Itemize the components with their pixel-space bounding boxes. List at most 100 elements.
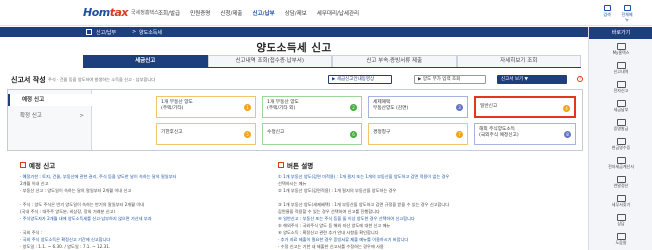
card-late-filing[interactable]: 기한후신고 5	[156, 123, 256, 145]
side-item-final[interactable]: 확정 신고 >	[8, 110, 92, 122]
quick-menu-item[interactable]: My홈택스	[589, 43, 652, 56]
quick-menu-item[interactable]: 전자신고	[589, 81, 652, 94]
breadcrumb-separator: >	[132, 29, 137, 35]
card-general-filing[interactable]: 일반신고 4	[474, 96, 576, 118]
menu-icon	[623, 5, 631, 11]
info-line	[20, 222, 245, 229]
page-title: 양도소득세 신고	[256, 42, 332, 54]
quick-menu-item[interactable]: 연말정산	[589, 176, 652, 189]
step-badge: 3	[456, 104, 463, 111]
info-line: ④ 일반신고 : 부동산 또는 주식 등을 둘 이상 양도한 경우 선택하여 신…	[278, 216, 415, 221]
info-line: · 수정 신고는 기한 내 제출한 신고서를 수정하는 경우에 사용	[278, 244, 384, 249]
global-nav: 조회/발급 민원증명 신청/제출 신고/납부 상담/제보 세무대리/납세관리	[153, 9, 364, 17]
search-button[interactable]: 검색	[600, 5, 614, 22]
card-label: 수정신고	[267, 130, 285, 135]
card-tax-benefit[interactable]: 세제혜택 부동산양도 (감면) 3	[368, 96, 468, 118]
quick-menu-item[interactable]: 현금영수증	[589, 138, 652, 151]
info-line: · 부동산 신고 : 양도일이 속하는 달의 말일부터 2개월 이내 신고	[20, 188, 132, 193]
info-line: · 예정기한 : 토지, 건물, 부동산에 관한 권리, 주식 등을 양도한 날…	[20, 174, 177, 179]
logo-main-text: Homtax	[83, 5, 129, 19]
info-line: 2개월 이내 신고	[20, 181, 49, 186]
nav-item-consult[interactable]: 상담/제보	[280, 9, 312, 17]
quick-menu-icon	[616, 119, 626, 126]
quick-menu-item[interactable]: 세금납부	[589, 100, 652, 113]
hometax-logo[interactable]: Homtax 국세청홈택스	[83, 5, 159, 19]
info-line: ⑤ 해외주식 : 국외주식 양도 등 해외 자산 양도에 대한 신고 메뉴	[278, 223, 391, 228]
report-type-panel: 예정 신고 확정 신고 > 1개 부동산 양도 (주택/기타) 1 1개 부동산 …	[7, 89, 583, 151]
nav-item-agent[interactable]: 세무대리/납세관리	[312, 9, 364, 17]
card-sublabel: 부동산양도 (감면)	[373, 106, 409, 111]
breadcrumb-item-transfer-tax[interactable]: 양도소득세	[139, 29, 162, 36]
info-line: ③ 1개 부동산 양도(세제혜택) : 1개 부동산을 양도하고 감면 규정을 …	[278, 202, 450, 207]
card-single-property-housing[interactable]: 1개 부동산 양도 (주택/기타) 1	[156, 96, 256, 118]
section-description: 주식 · 건물 등을 양도하여 발생하는 소득을 신고 · 납부합니다	[48, 76, 156, 82]
nav-item-inquiry[interactable]: 조회/발급	[153, 9, 185, 17]
tab-filing-history[interactable]: 신고내역 조회(접수증·납부서)	[207, 55, 332, 67]
info-line	[20, 194, 245, 201]
quick-menu-item[interactable]: 상담	[589, 214, 652, 227]
quick-menu-icon	[616, 62, 626, 69]
quick-menu-icon	[616, 81, 626, 88]
breadcrumb-item-filing[interactable]: 신고/납부	[96, 29, 116, 36]
info-line: · 양도일 : 1.1. ~ 6.30. / 양도일 : 7.1. ~ 12.3…	[20, 244, 111, 249]
info-line: ① 1개 부동산 양도(감면 미적용) : 1개 필지 또는 1개의 부동산을 …	[278, 174, 450, 179]
quick-menu-item[interactable]: 세무서찾기	[589, 195, 652, 208]
quick-menu-icon	[616, 100, 626, 107]
card-refund-claim[interactable]: 경정청구 7	[368, 123, 468, 145]
card-sublabel: (국외주식 예정신고)	[479, 133, 519, 138]
preliminary-filing-info: 예정 신고 · 예정기한 : 토지, 건물, 부동산에 관한 권리, 주식 등을…	[20, 160, 245, 250]
info-lines: · 예정기한 : 토지, 건물, 부동산에 관한 권리, 주식 등을 양도한 날…	[20, 173, 245, 250]
section-title: 신고서 작성	[11, 76, 46, 84]
info-line: ⑥ 양도소득 : 확정신고 관련 추가 안내 사항을 확인합니다	[278, 230, 379, 235]
card-amended-filing[interactable]: 수정신고 6	[262, 123, 362, 145]
step-badge: 2	[350, 104, 357, 111]
info-line: · 국외 주식 :	[20, 230, 43, 235]
quick-menu-icon	[616, 214, 626, 221]
tab-bar: 세금신고 신고내역 조회(접수증·납부서) 신고 부속·증빙서류 제출 자세히보…	[83, 55, 581, 68]
step-badge: 4	[563, 105, 570, 112]
top-navigation-bar: Homtax 국세청홈택스 조회/발급 민원증명 신청/제출 신고/납부 상담/…	[0, 0, 652, 26]
help-icon[interactable]: ?	[577, 76, 583, 82]
info-line: (국내 주식 : 대주주 양도분, 비상장, 장외 거래분 신고)	[20, 209, 116, 214]
guide-video-button[interactable]: ▶ 세금신고안내동영상	[328, 75, 392, 84]
info-line: 선택하시는 메뉴	[278, 181, 307, 186]
nav-item-application[interactable]: 신청/제출	[215, 9, 247, 17]
quick-menu-item[interactable]: 증명발급	[589, 119, 652, 132]
all-menu-button[interactable]: 전체메뉴	[620, 5, 634, 22]
quick-menu-icon	[616, 233, 626, 240]
info-line: · 국외 주식 양도소득은 확정신고 기간에 신고합니다	[20, 237, 111, 242]
transfer-info-button[interactable]: ▶ 양도 부가 입력 조회	[414, 75, 486, 84]
search-icon	[603, 5, 611, 11]
quick-menu-icon	[616, 176, 626, 183]
quick-menu-title: 바로가기	[589, 27, 652, 39]
home-icon[interactable]	[86, 29, 92, 35]
nav-item-certificate[interactable]: 민원증명	[185, 9, 215, 17]
info-line: · 주식 : 양도 주식은 반기 양도일이 속하는 반기의 말일부터 2개월 이…	[20, 202, 145, 207]
nav-item-filing[interactable]: 신고/납부	[247, 9, 279, 17]
side-item-preliminary[interactable]: 예정 신고	[8, 94, 92, 106]
quick-menu-icon	[616, 157, 626, 164]
info-line: · 주식양도자가 2개월 내에 양도소득세를 신고·납부하지 않으면 가산세 부…	[20, 216, 152, 221]
card-single-property-other[interactable]: 1개 부동산 양도 (주택/기타 외) 2	[262, 96, 362, 118]
tab-tax-filing[interactable]: 세금신고	[83, 55, 208, 67]
tab-detail-inquiry[interactable]: 자세히보기 조회	[456, 55, 581, 67]
view-report-button[interactable]: 신고서 보기 ▼	[497, 75, 567, 84]
quick-menu-item[interactable]: 전자세금계산서	[589, 157, 652, 170]
step-badge: 6	[350, 131, 357, 138]
info-line	[278, 194, 584, 201]
info-line: ② 1개 부동산 양도(감면적용) : 1개 필지의 부동산을 양도하는 경우	[278, 188, 397, 193]
quick-menu-item[interactable]: 도움말	[589, 233, 652, 246]
quick-menu-item[interactable]: 신고내역	[589, 62, 652, 75]
step-badge: 5	[244, 131, 251, 138]
quick-menu: 바로가기 My홈택스신고내역전자신고세금납부증명발급현금영수증전자세금계산서연말…	[588, 27, 652, 250]
chevron-right-icon: >	[79, 113, 84, 119]
card-sublabel: (주택/기타 외)	[267, 106, 296, 111]
step-badge: 1	[244, 104, 251, 111]
card-label: 일반신고	[480, 104, 498, 109]
step-badge: 8	[564, 131, 571, 138]
card-foreign-stock[interactable]: 해외 주식양도소득 (국외주식 예정신고) 8	[474, 123, 576, 145]
bullet-square-icon	[278, 162, 284, 168]
card-sublabel: (주택/기타)	[161, 106, 184, 111]
info-lines: ① 1개 부동산 양도(감면 미적용) : 1개 필지 또는 1개의 부동산을 …	[278, 173, 584, 250]
tab-document-submission[interactable]: 신고 부속·증빙서류 제출	[332, 55, 457, 67]
